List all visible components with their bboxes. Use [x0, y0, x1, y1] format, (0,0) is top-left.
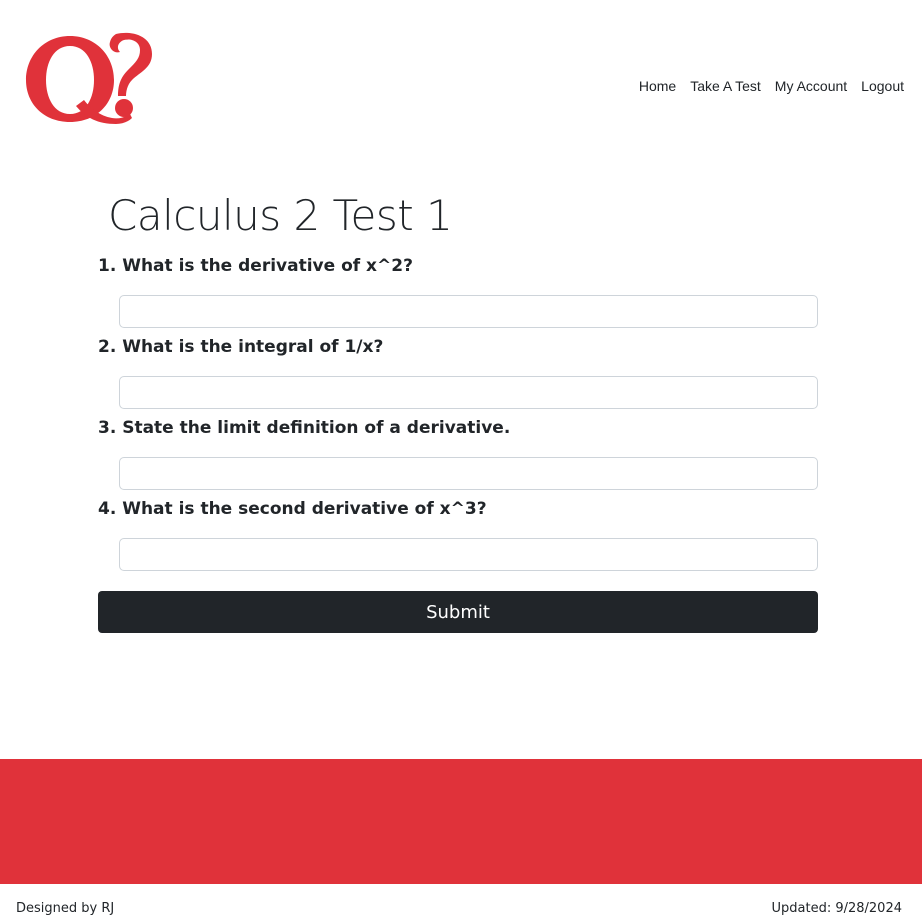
- question-1-answer-input[interactable]: [119, 295, 818, 328]
- main-nav: Home Take A Test My Account Logout: [625, 78, 904, 94]
- nav-my-account-link[interactable]: My Account: [775, 78, 847, 94]
- footer-designed-by: Designed by RJ: [16, 901, 115, 915]
- question-3-answer-input[interactable]: [119, 457, 818, 490]
- footer-band: [0, 759, 922, 884]
- question-2-label: 2. What is the integral of 1/x?: [98, 337, 384, 357]
- question-1-label: 1. What is the derivative of x^2?: [98, 256, 413, 276]
- question-2: 2. What is the integral of 1/x?: [98, 336, 818, 417]
- page: Home Take A Test My Account Logout Calcu…: [0, 0, 922, 915]
- nav-logout-link[interactable]: Logout: [861, 78, 904, 94]
- nav-take-a-test-link[interactable]: Take A Test: [690, 78, 761, 94]
- q-logo[interactable]: [24, 28, 156, 128]
- test-form: 1. What is the derivative of x^2? 2. Wha…: [98, 255, 818, 579]
- submit-button[interactable]: Submit: [98, 591, 818, 633]
- question-3: 3. State the limit definition of a deriv…: [98, 417, 818, 498]
- question-3-label: 3. State the limit definition of a deriv…: [98, 418, 511, 438]
- question-4-answer-input[interactable]: [119, 538, 818, 571]
- nav-home-link[interactable]: Home: [639, 78, 676, 94]
- question-2-answer-input[interactable]: [119, 376, 818, 409]
- question-4: 4. What is the second derivative of x^3?: [98, 498, 818, 579]
- footer-updated-date: Updated: 9/28/2024: [771, 901, 902, 915]
- question-1: 1. What is the derivative of x^2?: [98, 255, 818, 336]
- page-title: Calculus 2 Test 1: [108, 191, 453, 240]
- question-4-label: 4. What is the second derivative of x^3?: [98, 499, 487, 519]
